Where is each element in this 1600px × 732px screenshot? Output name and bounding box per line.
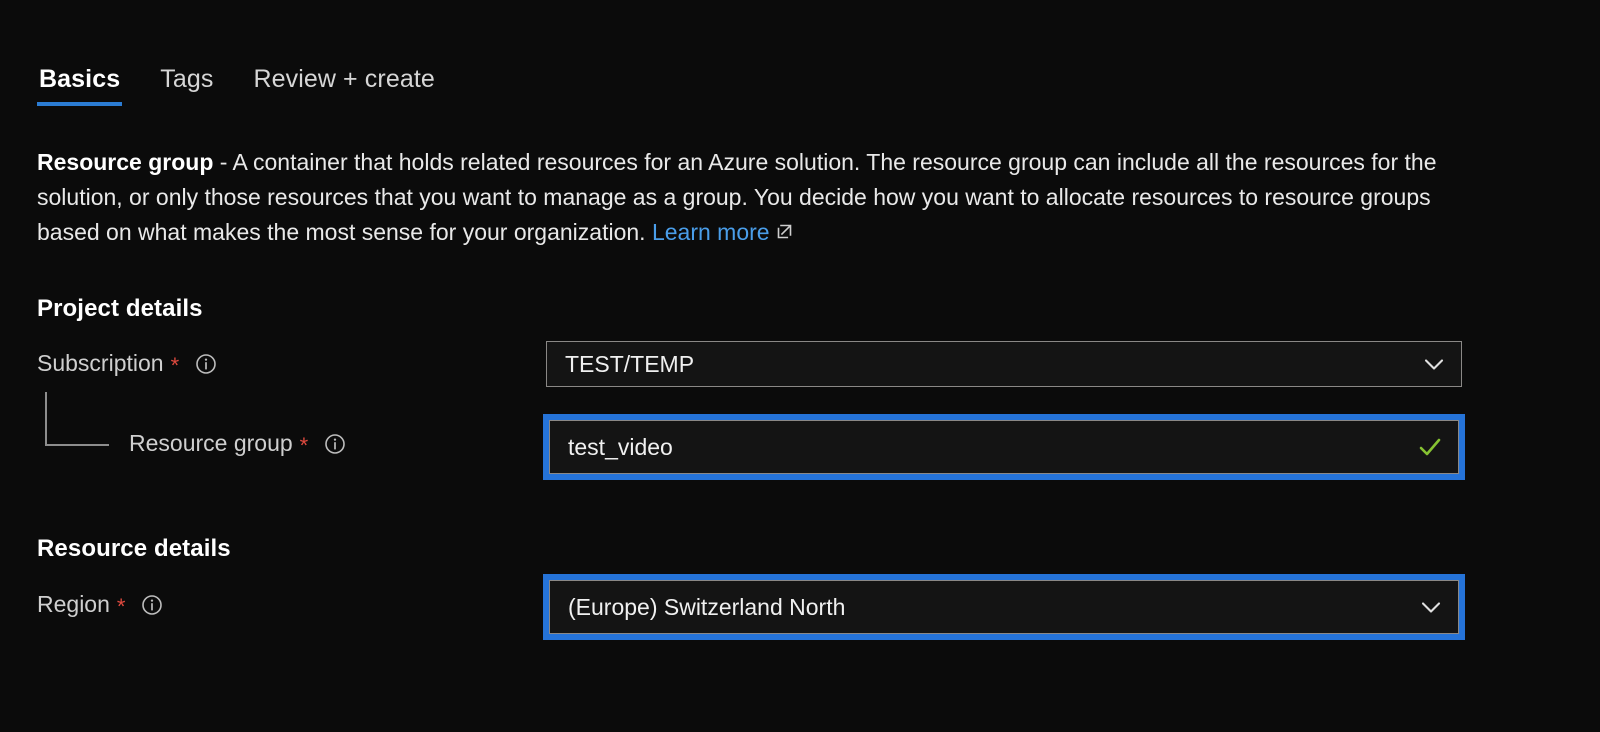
subscription-required-asterisk: * [170, 352, 180, 378]
region-field-shell: (Europe) Switzerland North [543, 574, 1465, 640]
tab-review-create[interactable]: Review + create [251, 64, 436, 106]
subscription-field-shell: TEST/TEMP [546, 341, 1462, 387]
subscription-label: Subscription [37, 350, 164, 376]
resource-group-label-group: Resource group * [129, 430, 346, 457]
tab-basics[interactable]: Basics [37, 64, 123, 106]
subscription-dropdown[interactable]: TEST/TEMP [546, 341, 1462, 387]
external-link-icon [775, 216, 794, 251]
learn-more-label: Learn more [651, 219, 770, 245]
azure-create-basics-page: Basics Tags Review + create Resource gro… [0, 0, 1600, 732]
subscription-label-group: Subscription * [37, 350, 217, 377]
region-dropdown[interactable]: (Europe) Switzerland North [549, 580, 1459, 634]
region-label-group: Region * [37, 591, 163, 618]
learn-more-link[interactable]: Learn more [652, 219, 794, 245]
region-info-icon[interactable] [141, 594, 163, 616]
tab-basics-label: Basics [39, 65, 121, 93]
resource-group-description: Resource group - A container that holds … [37, 145, 1437, 251]
region-required-asterisk: * [116, 593, 126, 619]
region-label: Region [37, 591, 110, 617]
resource-group-field-shell: test_video [543, 414, 1465, 480]
tab-review-create-label: Review + create [253, 65, 435, 93]
chevron-down-icon[interactable] [1421, 351, 1447, 377]
resource-details-heading: Resource details [37, 535, 231, 562]
resource-group-info-icon[interactable] [324, 433, 346, 455]
description-lead: Resource group [37, 149, 214, 175]
chevron-down-icon[interactable] [1418, 594, 1444, 620]
resource-group-required-asterisk: * [299, 432, 309, 458]
resource-group-label: Resource group [129, 430, 293, 456]
tab-tags[interactable]: Tags [158, 64, 215, 106]
resource-group-value: test_video [568, 433, 673, 460]
subscription-info-icon[interactable] [195, 353, 217, 375]
project-details-heading: Project details [37, 295, 203, 322]
resource-group-input[interactable]: test_video [549, 420, 1459, 474]
tab-tags-label: Tags [160, 65, 214, 93]
subscription-resource-group-connector [45, 392, 109, 446]
tab-strip: Basics Tags Review + create [37, 64, 437, 106]
region-value: (Europe) Switzerland North [568, 593, 846, 620]
subscription-value: TEST/TEMP [565, 350, 695, 377]
check-icon [1416, 433, 1444, 461]
